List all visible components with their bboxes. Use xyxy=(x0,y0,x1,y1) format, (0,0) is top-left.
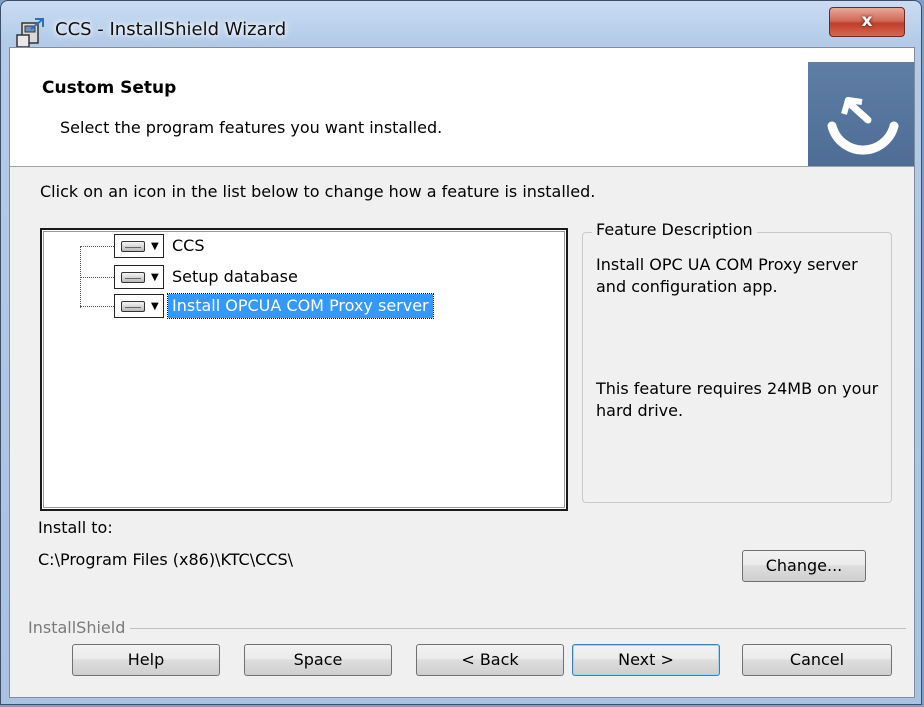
installer-window: CCS - InstallShield Wizard x Custom Setu… xyxy=(0,0,922,705)
header-banner: Custom Setup Select the program features… xyxy=(10,48,914,167)
hard-drive-icon xyxy=(121,301,145,312)
cancel-button[interactable]: Cancel xyxy=(742,644,892,676)
feature-label-selected[interactable]: Install OPCUA COM Proxy server xyxy=(167,293,434,319)
change-button[interactable]: Change... xyxy=(742,550,866,582)
dropdown-arrow-icon: ▼ xyxy=(151,241,159,252)
feature-description-text: Install OPC UA COM Proxy server and conf… xyxy=(596,255,858,296)
dropdown-arrow-icon: ▼ xyxy=(151,272,159,283)
feature-label[interactable]: CCS xyxy=(168,234,209,258)
close-button[interactable]: x xyxy=(829,7,905,37)
feature-tree[interactable]: ▼ CCS ▼ Setup database ▼ Install OPCUA C… xyxy=(40,228,568,511)
hard-drive-icon xyxy=(121,241,145,252)
tree-connector xyxy=(80,306,114,307)
installshield-logo-icon xyxy=(808,62,914,166)
feature-row-setup-database[interactable]: ▼ Setup database xyxy=(42,263,562,291)
page-subtitle: Select the program features you want ins… xyxy=(60,118,443,137)
feature-row-ccs[interactable]: ▼ CCS xyxy=(42,232,562,260)
close-icon: x xyxy=(861,11,873,31)
installer-icon xyxy=(16,18,44,48)
installshield-brand: InstallShield xyxy=(28,618,126,637)
space-button[interactable]: Space xyxy=(244,644,392,676)
feature-row-opcua-proxy[interactable]: ▼ Install OPCUA COM Proxy server xyxy=(42,292,562,320)
feature-size-requirement: This feature requires 24MB on your hard … xyxy=(596,379,879,420)
next-button[interactable]: Next > xyxy=(572,644,720,676)
feature-install-state-button[interactable]: ▼ xyxy=(114,265,164,289)
wizard-body: Custom Setup Select the program features… xyxy=(9,47,915,698)
help-button[interactable]: Help xyxy=(72,644,220,676)
hard-drive-icon xyxy=(121,272,145,283)
dropdown-arrow-icon: ▼ xyxy=(151,301,159,312)
feature-install-state-button[interactable]: ▼ xyxy=(114,294,164,318)
page-title: Custom Setup xyxy=(42,78,177,98)
divider xyxy=(130,628,906,629)
tree-connector xyxy=(80,277,114,278)
window-title: CCS - InstallShield Wizard xyxy=(55,19,287,40)
feature-label[interactable]: Setup database xyxy=(168,265,302,289)
feature-description-title: Feature Description xyxy=(592,220,757,239)
install-path: C:\Program Files (x86)\KTC\CCS\ xyxy=(38,550,293,569)
back-button[interactable]: < Back xyxy=(416,644,564,676)
tree-connector xyxy=(80,246,114,247)
feature-install-state-button[interactable]: ▼ xyxy=(114,234,164,258)
install-to-label: Install to: xyxy=(38,518,113,537)
instruction-text: Click on an icon in the list below to ch… xyxy=(40,182,596,201)
